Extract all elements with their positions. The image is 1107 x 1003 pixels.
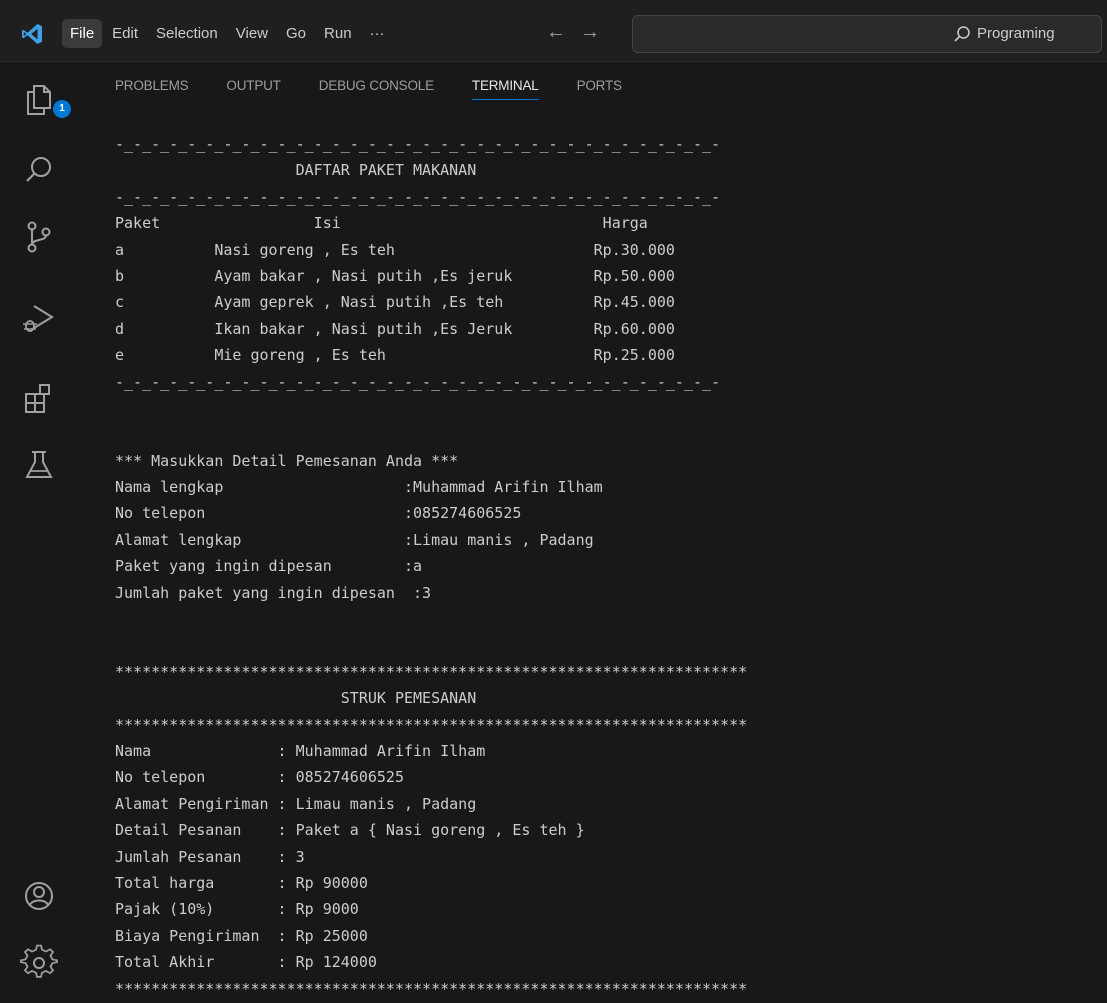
terminal-line: No telepon : 085274606525 <box>115 768 404 787</box>
tab-ports[interactable]: PORTS <box>577 78 622 100</box>
terminal-line: -_-_-_-_-_-_-_-_-_-_-_-_-_-_-_-_-_-_-_-_… <box>115 372 721 391</box>
terminal-line: ****************************************… <box>115 715 748 734</box>
source-control-icon[interactable] <box>20 218 58 256</box>
accounts-icon[interactable] <box>20 877 58 915</box>
menu-view[interactable]: View <box>228 19 276 48</box>
terminal-line: ****************************************… <box>115 979 748 998</box>
terminal-line: Paket Isi Harga <box>115 214 648 233</box>
menu-file[interactable]: File <box>62 18 103 48</box>
terminal-line: c Ayam geprek , Nasi putih ,Es teh Rp.45… <box>115 293 675 312</box>
terminal-line: Pajak (10%) : Rp 9000 <box>115 900 359 919</box>
search-icon[interactable] <box>20 152 58 190</box>
terminal-line: e Mie goreng , Es teh Rp.25.000 <box>115 346 675 365</box>
menu-edit[interactable]: Edit <box>104 19 146 48</box>
terminal-line: Jumlah paket yang ingin dipesan :3 <box>115 583 432 602</box>
search-icon <box>954 26 970 42</box>
menu-more[interactable]: ··· <box>362 19 393 48</box>
tab-terminal[interactable]: TERMINAL <box>471 78 539 100</box>
menu-run[interactable]: Run <box>316 19 360 48</box>
explorer-icon[interactable] <box>20 80 58 118</box>
back-arrow-icon[interactable]: ← <box>546 21 566 44</box>
manage-gear-icon[interactable] <box>20 944 58 982</box>
navigation-arrows: ← → <box>546 21 600 44</box>
terminal-line: d Ikan bakar , Nasi putih ,Es Jeruk Rp.6… <box>115 319 675 338</box>
vscode-logo-icon[interactable] <box>20 22 44 46</box>
command-center-label: Programing <box>977 25 1055 42</box>
terminal-line: b Ayam bakar , Nasi putih ,Es jeruk Rp.5… <box>115 266 675 285</box>
terminal-line: Total harga : Rp 90000 <box>115 873 368 892</box>
extensions-icon[interactable] <box>20 380 58 418</box>
testing-icon[interactable] <box>20 446 58 484</box>
forward-arrow-icon[interactable]: → <box>580 21 600 44</box>
terminal-line: Alamat lengkap :Limau manis , Padang <box>115 530 594 549</box>
command-center[interactable]: Programing <box>632 15 1102 53</box>
terminal-line: Paket yang ingin dipesan :a <box>115 557 423 576</box>
terminal-line: Jumlah Pesanan : 3 <box>115 847 305 866</box>
terminal-line: No telepon :085274606525 <box>115 504 522 523</box>
run-debug-icon[interactable] <box>20 298 58 336</box>
terminal-line: ****************************************… <box>115 662 748 681</box>
menu-selection[interactable]: Selection <box>148 19 226 48</box>
tab-output[interactable]: OUTPUT <box>226 78 280 100</box>
terminal-line: Nama : Muhammad Arifin Ilham <box>115 741 486 760</box>
tab-debug-console[interactable]: DEBUG CONSOLE <box>319 78 434 100</box>
terminal-line: Nama lengkap :Muhammad Arifin Ilham <box>115 478 603 497</box>
terminal-output[interactable]: -_-_-_-_-_-_-_-_-_-_-_-_-_-_-_-_-_-_-_-_… <box>115 131 1095 1002</box>
terminal-line: Total Akhir : Rp 124000 <box>115 953 377 972</box>
terminal-line: Biaya Pengiriman : Rp 25000 <box>115 926 368 945</box>
terminal-line: Detail Pesanan : Paket a { Nasi goreng ,… <box>115 821 585 840</box>
activity-bar <box>0 62 80 1003</box>
terminal-line: -_-_-_-_-_-_-_-_-_-_-_-_-_-_-_-_-_-_-_-_… <box>115 135 721 153</box>
terminal-line: STRUK PEMESANAN <box>115 689 477 708</box>
terminal-line: a Nasi goreng , Es teh Rp.30.000 <box>115 240 675 259</box>
panel-tabs: PROBLEMS OUTPUT DEBUG CONSOLE TERMINAL P… <box>115 78 622 100</box>
terminal-line: Alamat Pengiriman : Limau manis , Padang <box>115 794 477 813</box>
terminal-line: DAFTAR PAKET MAKANAN <box>115 161 477 180</box>
title-bar: File Edit Selection View Go Run ··· ← → … <box>0 0 1107 62</box>
terminal-line: -_-_-_-_-_-_-_-_-_-_-_-_-_-_-_-_-_-_-_-_… <box>115 187 721 206</box>
explorer-badge: 1 <box>53 100 71 118</box>
menu-go[interactable]: Go <box>278 19 314 48</box>
menu-bar: File Edit Selection View Go Run ··· <box>62 16 395 50</box>
tab-problems[interactable]: PROBLEMS <box>115 78 189 100</box>
terminal-line: *** Masukkan Detail Pemesanan Anda *** <box>115 451 459 470</box>
